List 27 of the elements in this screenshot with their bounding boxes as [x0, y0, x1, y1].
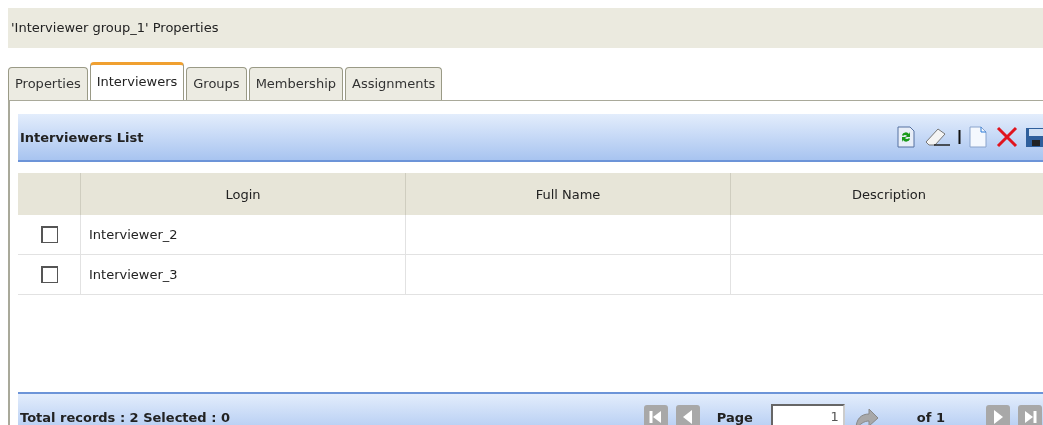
table-cell: Interviewer_2 [89, 227, 178, 242]
checkbox[interactable] [40, 266, 58, 283]
save-icon[interactable] [1025, 125, 1043, 149]
refresh-icon[interactable] [896, 125, 916, 149]
records-summary: Total records : 2 Selected : 0 [20, 409, 230, 425]
checkbox[interactable] [40, 226, 58, 243]
previous-page-icon[interactable] [674, 404, 701, 425]
tab[interactable]: Properties [8, 67, 88, 100]
tab[interactable]: Interviewers [89, 62, 185, 100]
page-label: Page [716, 409, 753, 425]
next-page-icon[interactable] [985, 404, 1011, 425]
delete-icon[interactable] [995, 125, 1019, 149]
page-total: of 1 [916, 409, 945, 425]
tab[interactable]: Assignments [345, 67, 443, 100]
new-document-icon[interactable] [967, 125, 989, 149]
tab[interactable]: Membership [248, 67, 343, 100]
tab[interactable]: Groups [186, 67, 247, 100]
panel-title: Interviewers List [20, 129, 144, 145]
column-header[interactable]: Description [730, 173, 1043, 215]
first-page-icon[interactable] [642, 404, 669, 425]
page-number-field[interactable]: 1 [770, 404, 845, 425]
last-page-icon[interactable] [1017, 404, 1043, 425]
window-title: 'Interviewer group_1' Properties [8, 8, 1043, 48]
column-header[interactable]: Login [80, 173, 406, 215]
table-cell: Interviewer_3 [89, 267, 178, 282]
toolbar-separator-icon [958, 130, 961, 144]
column-header[interactable]: Full Name [405, 173, 731, 215]
